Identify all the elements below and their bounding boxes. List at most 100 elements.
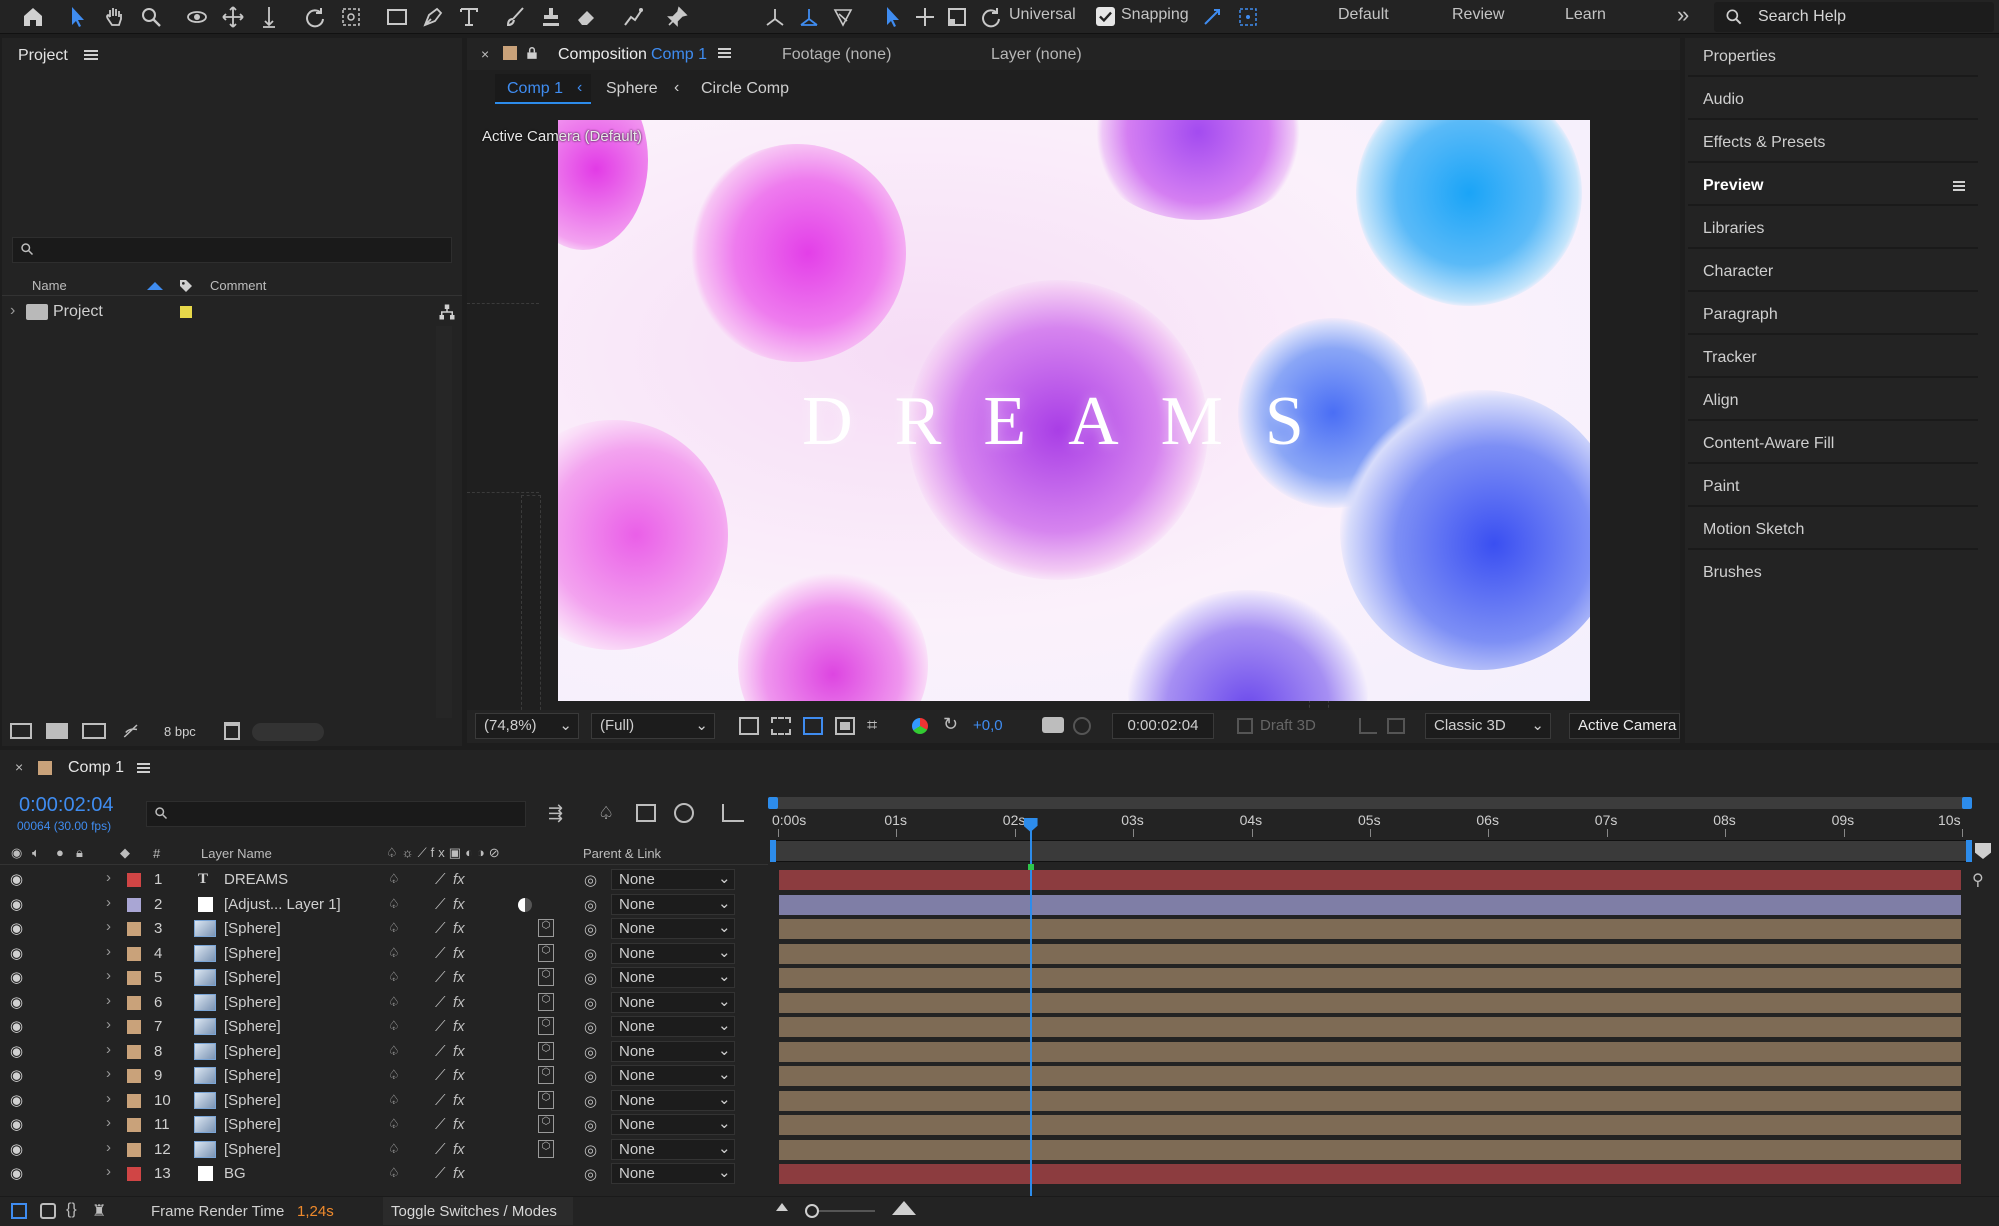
project-scrollbar[interactable]	[436, 326, 452, 736]
effect-switch-icon[interactable]: fx	[453, 920, 465, 937]
pick-whip-icon[interactable]: ◎	[584, 1141, 597, 1159]
expand-chevron-icon[interactable]: ›	[106, 1139, 111, 1156]
effect-switch-icon[interactable]: fx	[453, 1067, 465, 1084]
layer-name[interactable]: [Sphere]	[224, 1116, 281, 1133]
name-column-header[interactable]: Name	[32, 278, 67, 293]
draft-3d-icon[interactable]	[1237, 718, 1253, 734]
world-axis-icon[interactable]	[794, 2, 824, 32]
navigator-start-handle[interactable]	[770, 840, 776, 862]
visibility-eye-icon[interactable]: ◉	[10, 1115, 23, 1133]
snap-features-icon[interactable]	[1233, 2, 1263, 32]
layer-duration-bar[interactable]	[778, 1139, 1962, 1160]
breadcrumb-circle-comp[interactable]: Circle Comp	[701, 80, 789, 98]
effect-switch-icon[interactable]: fx	[453, 871, 465, 888]
renderer-dropdown[interactable]: Classic 3D ⌄	[1425, 713, 1551, 739]
shy-switch-icon[interactable]: ♤	[388, 1141, 400, 1157]
visibility-eye-icon[interactable]: ◉	[10, 1042, 23, 1060]
tracker-panel-tab[interactable]: Tracker	[1688, 337, 1978, 378]
layer-name[interactable]: [Sphere]	[224, 920, 281, 937]
layer-duration-bar[interactable]	[778, 870, 1962, 890]
layer-row[interactable]: ◉ › 1 T DREAMS ♤ ⟋ fx ◎ None ⌄	[0, 868, 768, 892]
zoom-in-icon[interactable]	[892, 1201, 916, 1215]
motion-blur-icon[interactable]	[674, 803, 694, 823]
layer-duration-bar[interactable]	[778, 919, 1962, 939]
3d-layer-cube-icon[interactable]: ⬡	[538, 943, 554, 962]
modes-pane-icon[interactable]	[40, 1203, 56, 1219]
3d-layer-cube-icon[interactable]: ⬡	[538, 1017, 554, 1035]
show-channel-icon[interactable]	[912, 718, 928, 734]
pick-whip-icon[interactable]: ◎	[584, 1116, 597, 1134]
expand-chevron-icon[interactable]: ›	[106, 1041, 111, 1058]
effect-switch-icon[interactable]: fx	[453, 1165, 465, 1182]
layer-name[interactable]: [Sphere]	[224, 1043, 281, 1060]
layer-name-header[interactable]: Layer Name	[201, 846, 272, 861]
align-panel-tab[interactable]: Align	[1688, 380, 1978, 421]
quality-switch-icon[interactable]: ⟋	[435, 1043, 446, 1060]
3d-layer-cube-icon[interactable]: ⬡	[538, 968, 554, 986]
quality-switch-icon[interactable]: ⟋	[435, 920, 446, 937]
label-color-swatch[interactable]	[127, 1142, 141, 1157]
extended-viewer-icon[interactable]	[1387, 718, 1405, 734]
local-axis-icon[interactable]	[760, 2, 790, 32]
effect-switch-icon[interactable]: fx	[453, 945, 465, 962]
composition-mini-flowchart-icon[interactable]: ⇶	[548, 803, 563, 824]
paragraph-panel-tab[interactable]: Paragraph	[1688, 294, 1978, 335]
3d-layer-cube-icon[interactable]: ⬡	[538, 1115, 554, 1133]
effect-switch-icon[interactable]: fx	[453, 1141, 465, 1158]
shy-layers-icon[interactable]: ♤	[598, 803, 614, 824]
3d-layer-cube-icon[interactable]: ⬡	[538, 919, 554, 937]
expand-chevron-icon[interactable]: ›	[106, 992, 111, 1009]
resolution-dropdown[interactable]: (Full) ⌄	[591, 713, 715, 739]
show-snapshot-icon[interactable]	[1073, 717, 1091, 735]
visibility-eye-icon[interactable]: ◉	[10, 1164, 23, 1182]
snapping-checkbox[interactable]	[1096, 7, 1115, 26]
layer-name[interactable]: [Adjust... Layer 1]	[224, 896, 341, 913]
audio-icon[interactable]: 🔈︎	[32, 845, 40, 861]
quality-switch-icon[interactable]: ⟋	[435, 1092, 446, 1109]
3d-layer-cube-icon[interactable]: ⬡	[538, 1041, 554, 1060]
layer-duration-bar[interactable]	[778, 992, 1962, 1013]
layer-row[interactable]: ◉ › 10 [Sphere] ♤ ⟋ fx ⬡ ◎ None ⌄	[0, 1089, 768, 1113]
rectangle-tool-icon[interactable]	[382, 2, 412, 32]
layer-row[interactable]: ◉ › 5 [Sphere] ♤ ⟋ fx ⬡ ◎ None ⌄	[0, 966, 768, 990]
properties-panel-tab[interactable]: Properties	[1688, 36, 1978, 77]
label-color-swatch[interactable]	[127, 1167, 141, 1181]
region-of-interest-icon[interactable]	[835, 717, 855, 735]
effects-presets-panel-tab[interactable]: Effects & Presets	[1688, 122, 1978, 163]
motion-sketch-panel-tab[interactable]: Motion Sketch	[1688, 509, 1978, 550]
work-area-bar[interactable]	[774, 797, 1970, 809]
lock-column-icon[interactable]: 🔒︎	[76, 845, 83, 861]
visibility-eye-icon[interactable]: ◉	[10, 895, 23, 913]
visibility-eye-icon[interactable]: ◉	[10, 1091, 23, 1109]
panel-menu-icon[interactable]	[84, 50, 98, 60]
draft-3d-label[interactable]: Draft 3D	[1260, 717, 1316, 734]
pick-whip-icon[interactable]: ◎	[584, 1092, 597, 1110]
search-help-field[interactable]: Search Help	[1714, 2, 1994, 32]
character-panel-tab[interactable]: Character	[1688, 251, 1978, 292]
trash-icon[interactable]	[224, 722, 240, 740]
home-icon[interactable]	[18, 2, 48, 32]
selection-tool-icon[interactable]	[63, 2, 93, 32]
pan-camera-icon[interactable]	[218, 2, 248, 32]
quality-switch-icon[interactable]: ⟋	[435, 994, 446, 1011]
eraser-tool-icon[interactable]	[572, 2, 602, 32]
libraries-panel-tab[interactable]: Libraries	[1688, 208, 1978, 249]
layer-duration-bar[interactable]	[778, 1115, 1962, 1135]
visibility-eye-icon[interactable]: ◉	[10, 944, 23, 962]
brushes-panel-tab[interactable]: Brushes	[1688, 552, 1978, 593]
anchor-tool-icon[interactable]	[336, 2, 366, 32]
workspace-learn[interactable]: Learn	[1565, 6, 1606, 24]
label-color-swatch[interactable]	[127, 897, 141, 912]
label-color-swatch[interactable]	[127, 995, 141, 1010]
layer-row[interactable]: ◉ › 7 [Sphere] ♤ ⟋ fx ⬡ ◎ None ⌄	[0, 1015, 768, 1039]
move-gizmo-icon[interactable]	[878, 2, 908, 32]
shy-switch-icon[interactable]: ♤	[388, 1043, 400, 1059]
layer-search-input[interactable]	[146, 801, 526, 827]
layer-switches-pane-icon[interactable]	[11, 1203, 27, 1219]
scale-gizmo-icon[interactable]	[942, 2, 972, 32]
layer-name[interactable]: [Sphere]	[224, 994, 281, 1011]
layer-row[interactable]: ◉ › 6 [Sphere] ♤ ⟋ fx ⬡ ◎ None ⌄	[0, 991, 768, 1015]
label-color-swatch[interactable]	[127, 1093, 141, 1108]
workspace-review[interactable]: Review	[1452, 6, 1504, 24]
project-list-item[interactable]: › Project	[2, 300, 462, 324]
